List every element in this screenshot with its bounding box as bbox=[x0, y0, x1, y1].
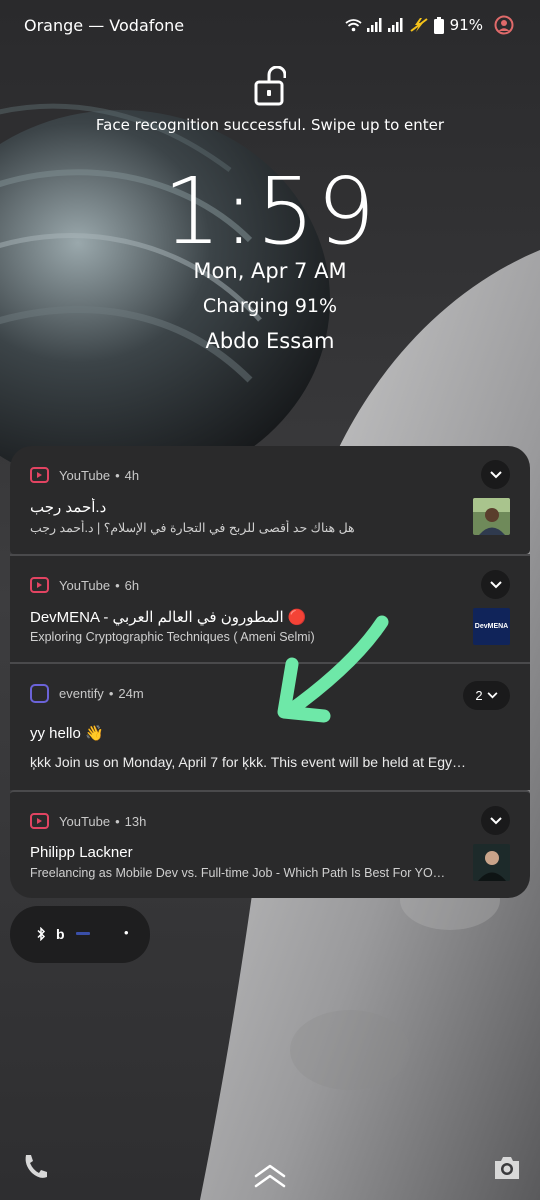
lock-clock: 1:59 bbox=[162, 158, 378, 265]
notification-youtube-3[interactable]: YouTube • 13h Philipp Lackner Freelancin… bbox=[10, 790, 530, 898]
separator-dot: • bbox=[115, 813, 120, 829]
camera-icon[interactable] bbox=[492, 1154, 522, 1182]
eventify-icon bbox=[30, 683, 49, 703]
status-indicator-pill[interactable]: b • bbox=[10, 906, 150, 963]
notification-text: ķkk Join us on Monday, April 7 for ķkk. … bbox=[30, 754, 467, 770]
more-indicator-dot: • bbox=[124, 925, 129, 940]
notification-title: د.أحمد رجب bbox=[30, 499, 107, 516]
status-icons: 91% bbox=[345, 14, 514, 36]
separator-dot: • bbox=[115, 467, 120, 483]
signal-icon bbox=[366, 18, 382, 32]
video-thumbnail bbox=[473, 498, 510, 535]
channel-thumbnail: DevMENA bbox=[473, 608, 510, 645]
thumbnail-text: DevMENA bbox=[474, 623, 509, 630]
carrier-name: Orange — Vodafone bbox=[24, 16, 185, 35]
notification-youtube-1[interactable]: YouTube • 4h د.أحمد رجب هل هناك حد أقصى … bbox=[10, 446, 530, 556]
group-count: 2 bbox=[475, 688, 483, 703]
app-name: YouTube bbox=[59, 467, 111, 483]
notification-text: Freelancing as Mobile Dev vs. Full-time … bbox=[30, 866, 446, 880]
chevron-down-icon bbox=[489, 470, 502, 478]
chevron-down-icon bbox=[489, 580, 502, 588]
group-count-button[interactable]: 2 bbox=[463, 681, 510, 710]
owner-info: Abdo Essam bbox=[205, 329, 335, 353]
expand-button[interactable] bbox=[481, 460, 510, 489]
app-name: YouTube bbox=[59, 813, 111, 829]
swipe-up-chevron-icon[interactable] bbox=[252, 1160, 288, 1190]
bluetooth-icon bbox=[37, 927, 46, 941]
separator-dot: • bbox=[108, 685, 114, 701]
unlock-icon bbox=[254, 66, 286, 106]
wifi-icon bbox=[345, 19, 362, 32]
battery-icon bbox=[433, 16, 444, 34]
face-unlock-message: Face recognition successful. Swipe up to… bbox=[95, 116, 445, 134]
charging-status: Charging 91% bbox=[202, 295, 338, 317]
youtube-icon bbox=[30, 577, 49, 593]
app-name: YouTube bbox=[59, 577, 111, 593]
chevron-down-icon bbox=[489, 816, 502, 824]
notification-text: هل هناك حد أقصى للربح في التجارة في الإس… bbox=[30, 521, 355, 535]
expand-button[interactable] bbox=[481, 570, 510, 599]
youtube-icon bbox=[30, 813, 49, 829]
expand-button[interactable] bbox=[481, 806, 510, 835]
arrow-annotation-icon bbox=[277, 615, 389, 723]
video-thumbnail bbox=[473, 844, 510, 881]
phone-icon[interactable] bbox=[20, 1152, 50, 1182]
separator-dot: • bbox=[115, 577, 120, 593]
app-mini-icon bbox=[76, 932, 90, 935]
notification-title: Philipp Lackner bbox=[30, 844, 133, 861]
notification-header: YouTube • 13h bbox=[30, 812, 146, 830]
battery-percent: 91% bbox=[449, 16, 483, 34]
status-bar: Orange — Vodafone 91% bbox=[0, 0, 540, 50]
notification-header: YouTube • 4h bbox=[30, 466, 139, 484]
app-name: eventify bbox=[59, 685, 104, 701]
notification-age: 6h bbox=[124, 577, 140, 593]
notification-header: YouTube • 6h bbox=[30, 576, 139, 594]
youtube-icon bbox=[30, 467, 49, 483]
account-icon[interactable] bbox=[494, 15, 514, 35]
notification-age: 4h bbox=[124, 467, 140, 483]
notification-age: 24m bbox=[118, 685, 144, 701]
chevron-down-icon bbox=[487, 692, 498, 699]
charging-bolt-icon bbox=[410, 18, 428, 32]
signal-icon bbox=[387, 18, 403, 32]
notification-header: eventify • 24m bbox=[30, 683, 144, 703]
notification-age: 13h bbox=[124, 813, 147, 829]
b-app-icon: b bbox=[56, 926, 65, 942]
notification-title: yy hello 👋 bbox=[30, 725, 104, 742]
lock-date: Mon, Apr 7 AM bbox=[193, 259, 347, 283]
